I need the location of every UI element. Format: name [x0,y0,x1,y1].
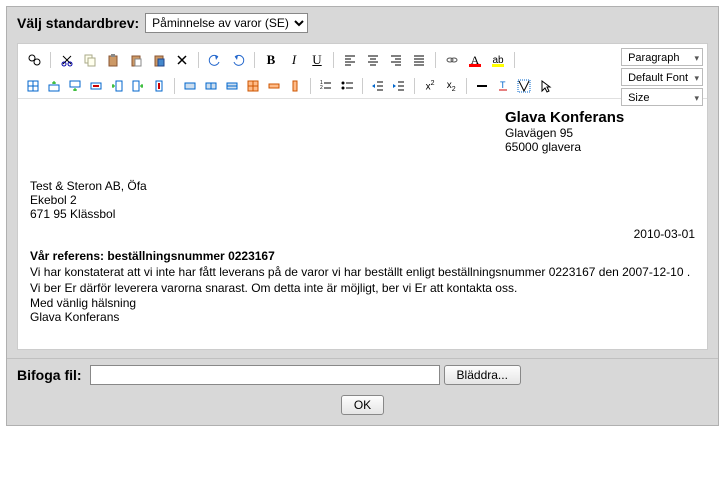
delete-col-icon[interactable] [150,76,168,96]
separator [198,52,199,68]
attach-label: Bifoga fil: [17,367,82,383]
paragraph-select[interactable]: Paragraph [621,48,703,66]
align-justify-icon[interactable] [409,50,429,70]
sender-block: Glava Konferans Glavägen 95 65000 glaver… [505,109,695,154]
separator [466,78,467,94]
cell-props-icon[interactable] [244,76,262,96]
svg-text:T: T [500,80,506,90]
underline-icon[interactable]: U [307,50,327,70]
template-select-row: Välj standardbrev: Påminnelse av varor (… [7,7,718,43]
attach-input[interactable] [90,365,440,385]
separator [254,52,255,68]
highlight-icon[interactable]: ab [488,50,508,70]
footer-row: OK [7,391,718,425]
unordered-list-icon[interactable] [338,76,356,96]
svg-text:2: 2 [320,85,323,91]
separator [174,78,175,94]
closing-line-2: Glava Konferans [30,310,695,324]
superscript-icon[interactable]: x2 [421,76,439,96]
sender-name: Glava Konferans [505,109,695,126]
bold-icon[interactable]: B [261,50,281,70]
editor-toolbar: B I U A ab Paragraph Default Font Size [18,44,707,99]
reference-line: Vår referens: beställningsnummer 0223167 [30,249,695,263]
insert-col-left-icon[interactable] [108,76,126,96]
font-color-icon[interactable]: A [465,50,485,70]
table-icon[interactable] [24,76,42,96]
row-props-icon[interactable] [265,76,283,96]
undo-icon[interactable] [205,50,225,70]
split-cell-h-icon[interactable] [202,76,220,96]
rich-text-editor: B I U A ab Paragraph Default Font Size [17,43,708,350]
font-select[interactable]: Default Font [621,68,703,86]
toolbar-row-2: 12 x2 x2 T [24,76,554,96]
delete-row-icon[interactable] [87,76,105,96]
letter-date: 2010-03-01 [30,221,695,241]
recipient-line-2: Ekebol 2 [30,193,695,207]
redo-icon[interactable] [228,50,248,70]
indent-icon[interactable] [390,76,408,96]
copy-icon[interactable] [80,50,100,70]
subscript-icon[interactable]: x2 [442,76,460,96]
cut-icon[interactable] [57,50,77,70]
ordered-list-icon[interactable]: 12 [317,76,335,96]
delete-icon[interactable] [172,50,192,70]
align-left-icon[interactable] [340,50,360,70]
separator [362,78,363,94]
separator [310,78,311,94]
ok-button[interactable]: OK [341,395,384,415]
separator [414,78,415,94]
remove-format-icon[interactable]: T [494,76,512,96]
size-select[interactable]: Size [621,88,703,106]
align-right-icon[interactable] [386,50,406,70]
paste-icon[interactable] [103,50,123,70]
find-icon[interactable] [24,50,44,70]
paste-word-icon[interactable] [149,50,169,70]
insert-row-below-icon[interactable] [66,76,84,96]
separator [333,52,334,68]
separator [50,52,51,68]
col-props-icon[interactable] [286,76,304,96]
outdent-icon[interactable] [369,76,387,96]
separator [435,52,436,68]
browse-button[interactable]: Bläddra... [444,365,521,385]
insert-col-right-icon[interactable] [129,76,147,96]
select-all-icon[interactable] [515,76,533,96]
hr-icon[interactable] [473,76,491,96]
merge-cells-icon[interactable] [181,76,199,96]
align-center-icon[interactable] [363,50,383,70]
italic-icon[interactable]: I [284,50,304,70]
insert-row-above-icon[interactable] [45,76,63,96]
letter-body: Vi har konstaterat att vi inte har fått … [30,265,695,296]
recipient-line-1: Test & Steron AB, Öfa [30,179,695,193]
template-label: Välj standardbrev: [17,15,139,31]
editor-content[interactable]: Glava Konferans Glavägen 95 65000 glaver… [18,99,707,349]
link-icon[interactable] [442,50,462,70]
paste-text-icon[interactable] [126,50,146,70]
app-window: Välj standardbrev: Påminnelse av varor (… [6,6,719,426]
separator [514,52,515,68]
sender-address-1: Glavägen 95 [505,126,695,140]
sender-address-2: 65000 glavera [505,140,695,154]
attach-row: Bifoga fil: Bläddra... [7,358,718,391]
closing-line-1: Med vänlig hälsning [30,296,695,310]
format-dropdown-stack: Paragraph Default Font Size [621,48,703,106]
split-cell-v-icon[interactable] [223,76,241,96]
cursor-icon[interactable] [536,76,554,96]
template-select[interactable]: Påminnelse av varor (SE) [145,13,308,33]
recipient-line-3: 671 95 Klässbol [30,207,695,221]
